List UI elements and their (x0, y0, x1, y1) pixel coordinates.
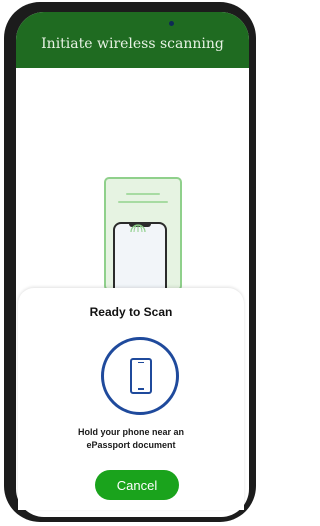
mute-switch (5, 90, 8, 108)
cancel-button[interactable]: Cancel (95, 470, 179, 500)
sheet-title: Ready to Scan (89, 305, 173, 319)
document-line (126, 193, 160, 195)
volume-down-button (5, 172, 8, 212)
instruction-line-1: Hold your phone near an (77, 427, 184, 437)
scan-ring (101, 337, 179, 415)
phone-frame: Initiate wireless scanning Ready to Scan (4, 2, 256, 522)
phone-speaker (138, 362, 144, 363)
globe-icon (130, 224, 146, 232)
document-line (118, 201, 168, 203)
power-button (253, 132, 256, 188)
volume-up-button (5, 124, 8, 164)
front-camera-icon (169, 21, 174, 26)
phone-home-button (138, 388, 144, 390)
phone-icon (130, 358, 152, 394)
instruction-line-2: ePassport document (86, 440, 176, 450)
scan-bottom-sheet: Ready to Scan Hold your phone near an eP… (18, 288, 244, 510)
scan-instruction: Hold your phone near an ePassport docume… (18, 426, 244, 452)
page-title: Initiate wireless scanning (41, 36, 224, 52)
app-header: Initiate wireless scanning (16, 12, 249, 68)
